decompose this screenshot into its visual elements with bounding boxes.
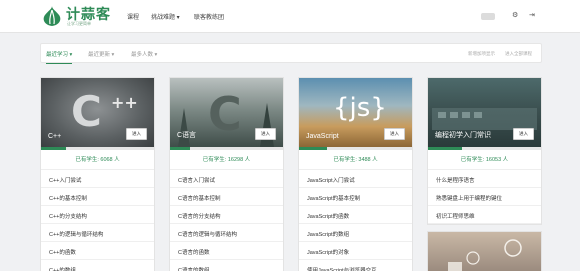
lesson-item[interactable]: JavaScript的数组: [299, 224, 412, 242]
nav-coaches[interactable]: 联客教练团: [194, 12, 224, 21]
course-card-partial[interactable]: [427, 231, 542, 271]
lightbulb-sketch-icon: [448, 239, 522, 271]
enter-button[interactable]: 进入: [384, 128, 405, 140]
course-card-cpp[interactable]: C ++ C++ 进入 已有学生: 6068 人 C++入门尝试 C++的基本控…: [40, 77, 155, 271]
filter-bar: 最近学习 ▾ 最近更新 ▾ 最多人数 ▾ 新增加项显示 进入全部课程: [40, 43, 542, 64]
lesson-item[interactable]: C语言的函数: [170, 242, 283, 260]
lesson-item[interactable]: C++的函数: [41, 242, 154, 260]
course-title: 编程初学入门常识: [435, 132, 491, 139]
student-count: 已有学生: 16053 人: [428, 150, 541, 170]
course-title: JavaScript: [306, 133, 339, 140]
top-header: 计蒜客 让学习更简单 课程 挑战难题 ▾ 联客教练团 ⚙ ⇥: [0, 0, 580, 33]
course-card-javascript[interactable]: {js} JavaScript 进入 已有学生: 3488 人 JavaScri…: [298, 77, 413, 271]
course-thumbnail[interactable]: {js} JavaScript 进入: [299, 78, 412, 147]
student-count: 已有学生: 6068 人: [41, 150, 154, 170]
lesson-item[interactable]: C语言入门尝试: [170, 170, 283, 188]
student-count: 已有学生: 16298 人: [170, 150, 283, 170]
lesson-item[interactable]: 熟悉键盘上用于编程的键位: [428, 188, 541, 206]
lesson-item[interactable]: C++的逻辑与循环结构: [41, 224, 154, 242]
svg-text:{js}: {js}: [333, 93, 387, 123]
lesson-item[interactable]: JavaScript入门尝试: [299, 170, 412, 188]
lesson-item[interactable]: C++的数组: [41, 260, 154, 271]
garlic-logo-icon[interactable]: [40, 5, 64, 27]
enter-button[interactable]: 进入: [513, 128, 534, 140]
lesson-item[interactable]: 初识工程师思维: [428, 206, 541, 224]
course-card-c[interactable]: C C语言 进入 已有学生: 16298 人 C语言入门尝试 C语言的基本控制 …: [169, 77, 284, 271]
brand-slogan: 让学习更简单: [67, 21, 91, 26]
lesson-item[interactable]: C++入门尝试: [41, 170, 154, 188]
all-courses-link[interactable]: 进入全部课程: [505, 51, 532, 57]
tab-most-students[interactable]: 最多人数 ▾: [131, 50, 157, 58]
lesson-item[interactable]: C++的分支结构: [41, 206, 154, 224]
lesson-item[interactable]: 使用JavaScript与浏览器交互: [299, 260, 412, 271]
svg-text:C: C: [71, 87, 102, 136]
toggle-new-items[interactable]: 新增加项显示: [468, 51, 495, 57]
enter-button[interactable]: 进入: [255, 128, 276, 140]
lesson-item[interactable]: 什么是程序语言: [428, 170, 541, 188]
student-count: 已有学生: 3488 人: [299, 150, 412, 170]
lesson-item[interactable]: JavaScript的基本控制: [299, 188, 412, 206]
course-thumbnail[interactable]: C ++ C++ 进入: [41, 78, 154, 147]
course-title: C语言: [177, 132, 197, 139]
svg-text:++: ++: [111, 93, 138, 112]
tab-recent-update[interactable]: 最近更新 ▾: [88, 50, 114, 58]
course-thumbnail[interactable]: [428, 232, 541, 271]
lesson-item[interactable]: C语言的基本控制: [170, 188, 283, 206]
lesson-item[interactable]: C语言的数组: [170, 260, 283, 271]
gear-icon[interactable]: ⚙: [512, 11, 518, 19]
nav-courses[interactable]: 课程: [127, 12, 139, 21]
nav-challenges[interactable]: 挑战难题 ▾: [151, 12, 180, 21]
course-card-programming-basics[interactable]: 编程初学入门常识 进入 已有学生: 16053 人 什么是程序语言 熟悉键盘上用…: [427, 77, 542, 225]
tab-recent-study[interactable]: 最近学习 ▾: [46, 50, 73, 64]
lesson-item[interactable]: JavaScript的函数: [299, 206, 412, 224]
lesson-item[interactable]: C语言的分支结构: [170, 206, 283, 224]
course-title: C++: [48, 133, 62, 140]
svg-text:C: C: [208, 87, 242, 141]
lesson-item[interactable]: JavaScript的对象: [299, 242, 412, 260]
lesson-item[interactable]: C++的基本控制: [41, 188, 154, 206]
logout-icon[interactable]: ⇥: [529, 11, 535, 19]
enter-button[interactable]: 进入: [126, 128, 147, 140]
course-thumbnail[interactable]: 编程初学入门常识 进入: [428, 78, 541, 147]
course-thumbnail[interactable]: C C语言 进入: [170, 78, 283, 147]
lesson-item[interactable]: C语言的逻辑与循环结构: [170, 224, 283, 242]
user-avatar[interactable]: [481, 13, 495, 20]
